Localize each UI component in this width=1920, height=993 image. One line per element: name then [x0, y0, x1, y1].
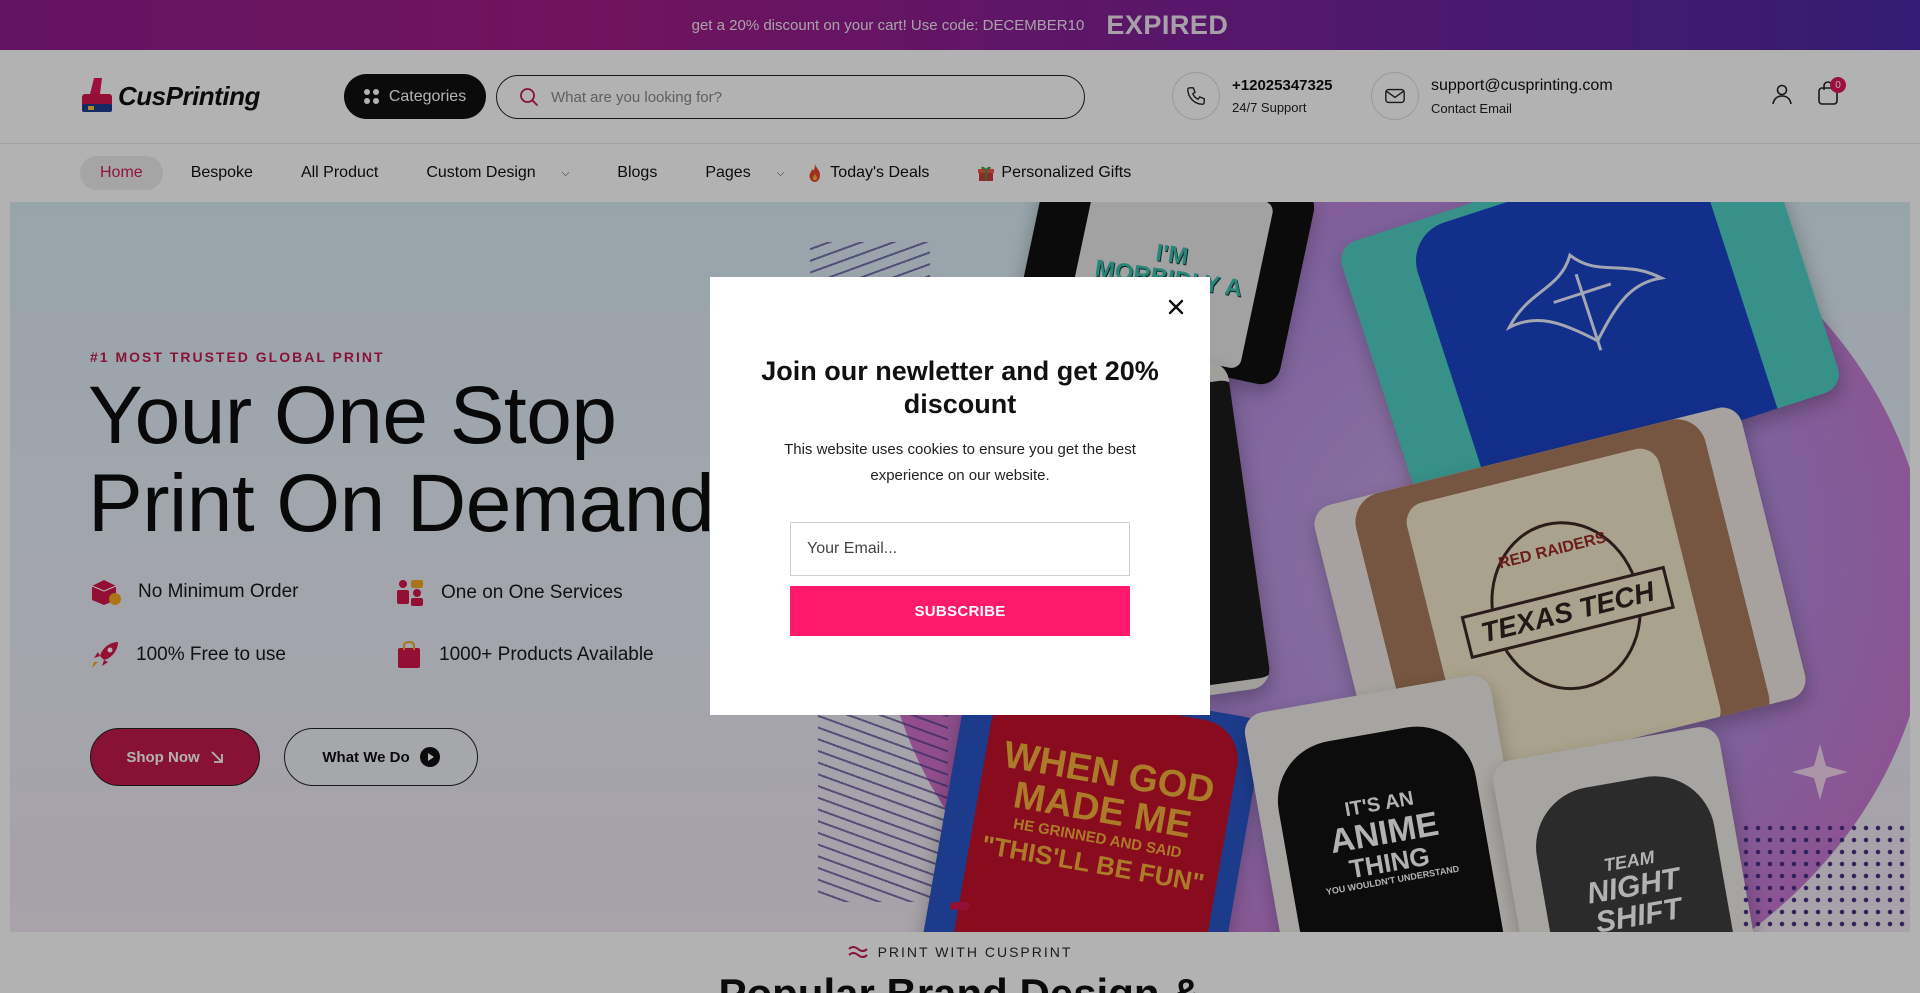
- close-icon[interactable]: [1164, 295, 1188, 319]
- modal-description: This website uses cookies to ensure you …: [784, 441, 1136, 484]
- subscribe-button[interactable]: SUBSCRIBE: [790, 586, 1130, 636]
- newsletter-email-input[interactable]: [790, 522, 1130, 576]
- modal-title: Join our newletter and get 20% discount: [761, 356, 1159, 419]
- newsletter-modal: Join our newletter and get 20% discount …: [710, 277, 1210, 715]
